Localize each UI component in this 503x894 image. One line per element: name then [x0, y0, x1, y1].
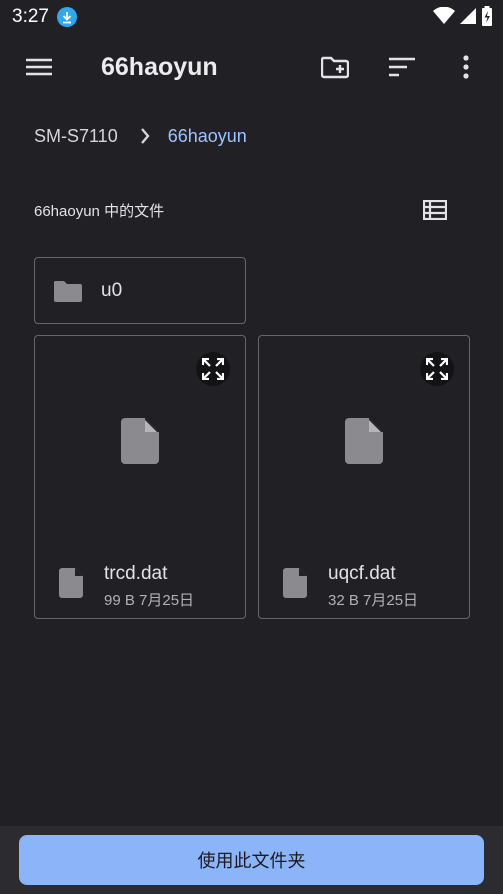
download-icon	[56, 7, 77, 27]
file-card[interactable]: uqcf.dat 32 B 7月25日	[258, 335, 470, 619]
more-vert-icon[interactable]	[444, 45, 488, 89]
breadcrumb: SM-S7110 66haoyun	[34, 124, 247, 148]
expand-icon[interactable]	[196, 352, 230, 386]
file-preview-icon	[121, 418, 159, 469]
app-bar: 66haoyun	[0, 34, 503, 102]
file-meta: 32 B 7月25日	[328, 592, 419, 609]
page-title: 66haoyun	[101, 53, 218, 81]
bottom-bar: 使用此文件夹	[0, 826, 503, 894]
breadcrumb-current[interactable]: 66haoyun	[168, 126, 247, 147]
new-folder-icon[interactable]	[313, 45, 357, 89]
status-bar: 3:27	[0, 0, 503, 34]
file-card[interactable]: trcd.dat 99 B 7月25日	[34, 335, 246, 619]
signal-icon	[459, 7, 477, 30]
file-name: trcd.dat	[104, 563, 168, 584]
file-icon	[283, 568, 307, 603]
expand-icon[interactable]	[420, 352, 454, 386]
file-preview-icon	[345, 418, 383, 469]
battery-icon	[481, 6, 493, 31]
folder-item[interactable]: u0	[34, 257, 246, 324]
wifi-icon	[433, 6, 455, 30]
use-folder-button[interactable]: 使用此文件夹	[19, 835, 484, 885]
chevron-right-icon	[140, 128, 150, 144]
menu-icon[interactable]	[17, 45, 61, 89]
status-time: 3:27	[12, 6, 49, 27]
file-icon	[59, 568, 83, 603]
section-title: 66haoyun 中的文件	[34, 203, 165, 220]
sort-icon[interactable]	[380, 45, 424, 89]
folder-icon	[53, 279, 83, 303]
folder-name: u0	[101, 279, 123, 301]
breadcrumb-root[interactable]: SM-S7110	[34, 126, 118, 147]
list-view-icon[interactable]	[413, 188, 457, 232]
status-icons	[433, 6, 493, 31]
file-meta: 99 B 7月25日	[104, 592, 195, 609]
file-name: uqcf.dat	[328, 563, 396, 584]
